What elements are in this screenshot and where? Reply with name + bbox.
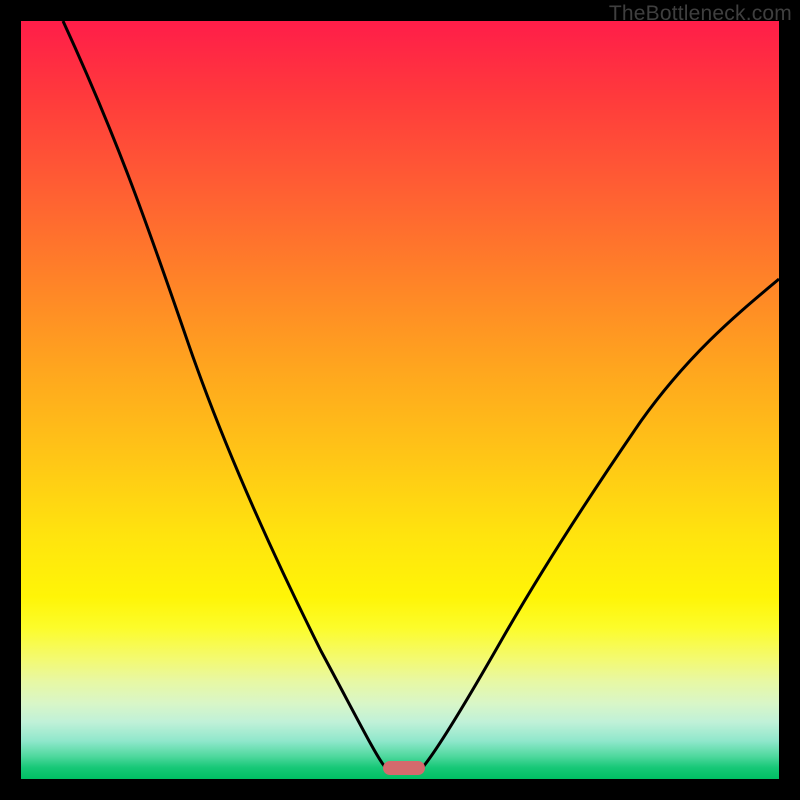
curve-right-branch (423, 279, 779, 767)
bottleneck-curve (21, 21, 779, 779)
chart-stage: TheBottleneck.com (0, 0, 800, 800)
curve-left-branch (63, 21, 385, 767)
plot-area (21, 21, 779, 779)
min-marker (383, 761, 425, 775)
watermark-text: TheBottleneck.com (609, 2, 792, 26)
